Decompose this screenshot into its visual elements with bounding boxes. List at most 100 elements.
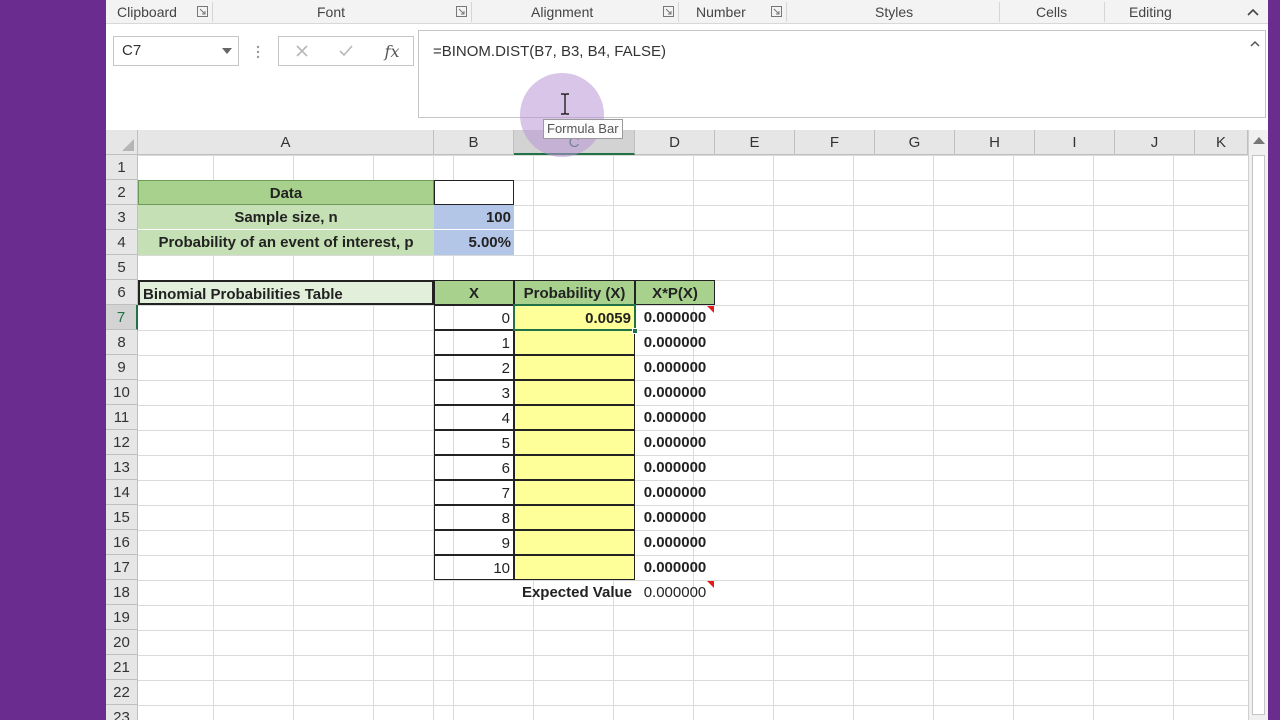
row-header-1[interactable]: 1 — [106, 155, 138, 180]
row-header-17[interactable]: 17 — [106, 555, 138, 580]
row-header-19[interactable]: 19 — [106, 605, 138, 630]
row-header-22[interactable]: 22 — [106, 680, 138, 705]
row-header-15[interactable]: 15 — [106, 505, 138, 530]
ribbon-group-number: Number — [696, 4, 746, 20]
column-header-a[interactable]: A — [138, 130, 434, 155]
clipboard-dialog-launcher-icon[interactable] — [197, 6, 208, 17]
cell-a3[interactable]: Sample size, n — [138, 205, 434, 230]
window-frame-left — [0, 0, 106, 720]
cell-b12[interactable]: 5 — [434, 430, 514, 455]
cell-c10[interactable] — [514, 380, 635, 405]
cell-a4[interactable]: Probability of an event of interest, p — [138, 230, 434, 255]
cell-b3[interactable]: 100 — [434, 205, 514, 230]
row-header-8[interactable]: 8 — [106, 330, 138, 355]
cell-c14[interactable] — [514, 480, 635, 505]
row-header-5[interactable]: 5 — [106, 255, 138, 280]
dropdown-arrow-icon[interactable] — [222, 48, 232, 54]
cell-c17[interactable] — [514, 555, 635, 580]
cell-d10[interactable]: 0.000000 — [635, 380, 715, 405]
row-header-2[interactable]: 2 — [106, 180, 138, 205]
cursor-highlight — [520, 73, 604, 157]
column-header-i[interactable]: I — [1035, 130, 1115, 155]
row-header-4[interactable]: 4 — [106, 230, 138, 255]
expand-formula-icon[interactable] — [1249, 39, 1261, 49]
cell-b4[interactable]: 5.00% — [434, 230, 514, 255]
cell-c16[interactable] — [514, 530, 635, 555]
comment-marker-icon[interactable] — [707, 581, 714, 588]
cell-d7[interactable]: 0.000000 — [635, 305, 715, 330]
cell-c9[interactable] — [514, 355, 635, 380]
cell-c8[interactable] — [514, 330, 635, 355]
cell-b11[interactable]: 4 — [434, 405, 514, 430]
row-header-6[interactable]: 6 — [106, 280, 138, 305]
name-box[interactable]: C7 — [113, 36, 239, 66]
cell-c18[interactable]: Expected Value — [514, 580, 635, 605]
row-header-21[interactable]: 21 — [106, 655, 138, 680]
row-header-11[interactable]: 11 — [106, 405, 138, 430]
cell-b10[interactable]: 3 — [434, 380, 514, 405]
cell-d6[interactable]: X*P(X) — [635, 280, 715, 305]
scroll-thumb[interactable] — [1252, 155, 1265, 715]
row-header-14[interactable]: 14 — [106, 480, 138, 505]
cell-c11[interactable] — [514, 405, 635, 430]
ribbon-group-cells: Cells — [1036, 4, 1068, 20]
drag-handle-icon[interactable] — [256, 44, 260, 60]
font-dialog-launcher-icon[interactable] — [456, 6, 467, 17]
row-header-10[interactable]: 10 — [106, 380, 138, 405]
cell-d17[interactable]: 0.000000 — [635, 555, 715, 580]
cell-a6[interactable]: Binomial Probabilities Table — [138, 280, 434, 305]
fill-handle[interactable] — [632, 328, 638, 334]
cell-d11[interactable]: 0.000000 — [635, 405, 715, 430]
cell-d14[interactable]: 0.000000 — [635, 480, 715, 505]
cell-b14[interactable]: 7 — [434, 480, 514, 505]
enter-button[interactable] — [331, 39, 361, 63]
row-header-16[interactable]: 16 — [106, 530, 138, 555]
cell-d16[interactable]: 0.000000 — [635, 530, 715, 555]
row-header-13[interactable]: 13 — [106, 455, 138, 480]
column-header-b[interactable]: B — [434, 130, 514, 155]
cell-b17[interactable]: 10 — [434, 555, 514, 580]
comment-marker-icon[interactable] — [707, 306, 714, 313]
cell-b9[interactable]: 2 — [434, 355, 514, 380]
row-header-3[interactable]: 3 — [106, 205, 138, 230]
insert-function-button[interactable]: fx — [377, 39, 407, 63]
column-header-j[interactable]: J — [1115, 130, 1195, 155]
row-header-23[interactable]: 23 — [106, 705, 138, 720]
cell-d13[interactable]: 0.000000 — [635, 455, 715, 480]
collapse-ribbon-icon[interactable] — [1244, 3, 1262, 21]
number-dialog-launcher-icon[interactable] — [771, 6, 782, 17]
column-header-g[interactable]: G — [875, 130, 955, 155]
cell-c13[interactable] — [514, 455, 635, 480]
column-header-d[interactable]: D — [635, 130, 715, 155]
cell-b13[interactable]: 6 — [434, 455, 514, 480]
select-all-button[interactable] — [106, 130, 138, 155]
cell-b15[interactable]: 8 — [434, 505, 514, 530]
row-header-12[interactable]: 12 — [106, 430, 138, 455]
cancel-button[interactable] — [287, 39, 317, 63]
cell-c15[interactable] — [514, 505, 635, 530]
scroll-up-icon[interactable] — [1253, 137, 1265, 144]
cell-c6[interactable]: Probability (X) — [514, 280, 635, 305]
cell-d15[interactable]: 0.000000 — [635, 505, 715, 530]
row-header-20[interactable]: 20 — [106, 630, 138, 655]
row-header-7[interactable]: 7 — [106, 305, 138, 330]
row-header-18[interactable]: 18 — [106, 580, 138, 605]
cell-b2[interactable] — [434, 180, 514, 205]
column-header-h[interactable]: H — [955, 130, 1035, 155]
column-header-e[interactable]: E — [715, 130, 795, 155]
cell-d18[interactable]: 0.000000 — [635, 580, 715, 605]
vertical-scrollbar[interactable] — [1248, 130, 1268, 720]
column-header-k[interactable]: K — [1195, 130, 1248, 155]
cell-b8[interactable]: 1 — [434, 330, 514, 355]
column-header-f[interactable]: F — [795, 130, 875, 155]
cell-d8[interactable]: 0.000000 — [635, 330, 715, 355]
cell-a2[interactable]: Data — [138, 180, 434, 205]
cell-b7[interactable]: 0 — [434, 305, 514, 330]
row-header-9[interactable]: 9 — [106, 355, 138, 380]
cell-d12[interactable]: 0.000000 — [635, 430, 715, 455]
cell-c12[interactable] — [514, 430, 635, 455]
cell-b6[interactable]: X — [434, 280, 514, 305]
cell-b16[interactable]: 9 — [434, 530, 514, 555]
alignment-dialog-launcher-icon[interactable] — [663, 6, 674, 17]
cell-d9[interactable]: 0.000000 — [635, 355, 715, 380]
